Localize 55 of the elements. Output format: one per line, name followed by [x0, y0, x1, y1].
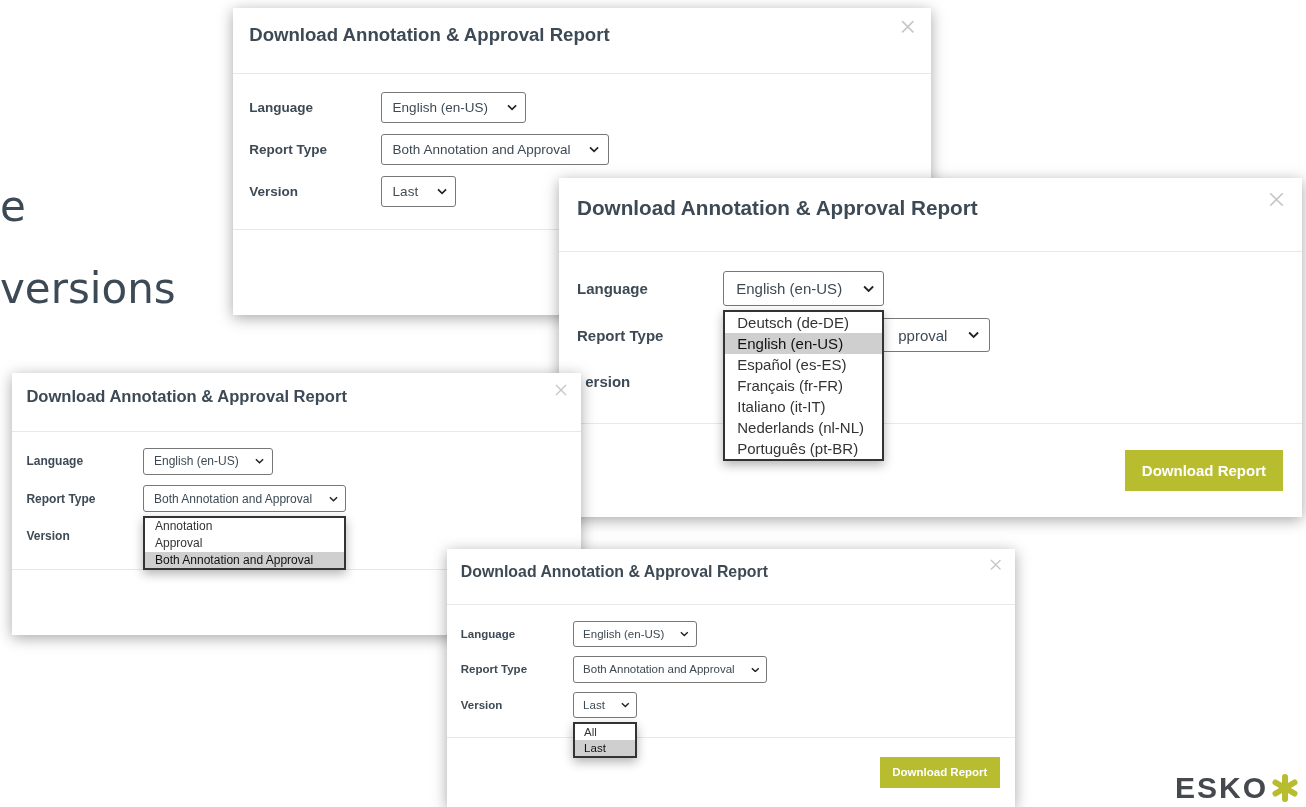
dropdown-select[interactable]: English (en-US)	[143, 447, 273, 476]
dropdown-select[interactable]: Last	[380, 175, 457, 207]
field-label: ersion	[584, 373, 632, 391]
close-icon[interactable]	[989, 559, 1002, 571]
slide-text: versions	[0, 268, 176, 310]
dropdown-select[interactable]: Both Annotation and Approval	[572, 656, 768, 683]
chevron-icon	[328, 495, 338, 502]
close-icon[interactable]	[554, 383, 567, 396]
dropdown-select[interactable]: English (en-US)	[380, 92, 526, 124]
chevron-icon	[620, 702, 630, 708]
field-label: Version	[249, 183, 299, 199]
field-label: Language	[249, 100, 314, 116]
dropdown-option[interactable]: English (en-US)	[725, 333, 883, 355]
logo-text: ESKO	[1174, 773, 1268, 803]
chevron-icon	[680, 630, 689, 637]
dropdown-option[interactable]: Nederlands (nl-NL)	[725, 417, 883, 439]
dropdown-select[interactable]: English (en-US)	[572, 620, 697, 647]
dropdown-select[interactable]: Both Annotation and Approval	[380, 133, 609, 165]
field-label: Language	[26, 454, 85, 469]
field-label: Language	[460, 627, 517, 640]
chevron-icon	[968, 331, 980, 339]
field-label: Report Type	[460, 663, 529, 676]
dialog-title: Download Annotation & Approval Report	[249, 24, 610, 46]
field-label: Language	[577, 280, 649, 298]
close-icon[interactable]	[1269, 191, 1284, 207]
chevron-icon	[863, 284, 875, 293]
dropdown-option[interactable]: Annotation	[145, 518, 345, 535]
dropdown-option[interactable]: Both Annotation and Approval	[145, 551, 345, 569]
dialog-title: Download Annotation & Approval Report	[577, 196, 978, 221]
dropdown-option[interactable]: Español (es-ES)	[725, 354, 883, 376]
asterisk-icon	[1270, 773, 1300, 803]
dialog-title: Download Annotation & Approval Report	[26, 386, 347, 407]
dropdown-option[interactable]: Approval	[145, 534, 345, 552]
dropdown-option[interactable]: Last	[574, 739, 636, 756]
dropdown-select[interactable]: Last	[572, 691, 638, 719]
dropdown-option[interactable]: Français (fr-FR)	[725, 375, 883, 397]
field-label: Report Type	[249, 141, 328, 157]
chevron-icon	[589, 146, 600, 153]
dropdown-option[interactable]: All	[574, 723, 636, 740]
chevron-icon	[506, 104, 517, 111]
dropdown-option[interactable]: Deutsch (de-DE)	[725, 312, 883, 334]
dropdown-select[interactable]: Both Annotation and Approval	[143, 484, 347, 513]
slide-text: e	[0, 186, 26, 228]
field-label: Version	[26, 528, 71, 543]
chevron-icon	[750, 666, 760, 673]
dialog-title: Download Annotation & Approval Report	[460, 562, 768, 581]
chevron-icon	[255, 458, 265, 465]
dropdown-option[interactable]: Português (pt-BR)	[725, 438, 883, 460]
dropdown-option[interactable]: Italiano (it-IT)	[725, 396, 883, 418]
chevron-icon	[437, 187, 448, 195]
close-icon[interactable]	[901, 20, 915, 34]
field-label: Report Type	[577, 326, 665, 344]
field-label: Report Type	[26, 491, 97, 506]
dropdown-select[interactable]: English (en-US)	[723, 271, 885, 306]
field-label: Version	[460, 699, 504, 712]
